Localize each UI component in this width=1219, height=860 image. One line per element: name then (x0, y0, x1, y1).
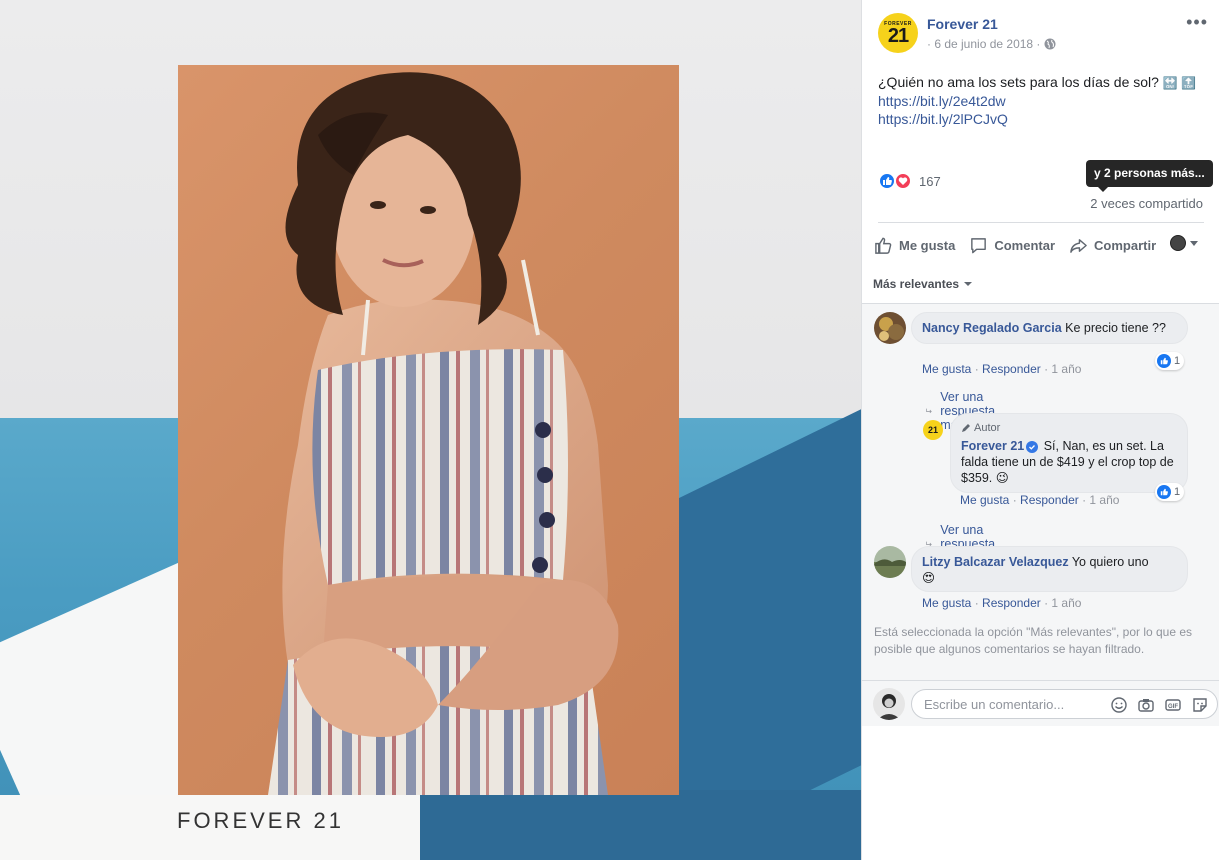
comment-placeholder: Escribe un comentario... (924, 697, 1065, 712)
reply-arrow-icon (926, 408, 932, 414)
avatar-number: 21 (887, 24, 909, 47)
comment-text: Yo quiero uno (1071, 555, 1149, 569)
tooltip-arrow (1098, 187, 1108, 192)
comment-like-count: 1 (1174, 355, 1181, 367)
comment-sort-bar: Más relevantes (862, 264, 1219, 304)
reply-like-count: 1 (1174, 486, 1181, 498)
post-text: ¿Quién no ama los sets para los días de … (878, 74, 1159, 90)
more-icon[interactable]: ••• (1186, 13, 1208, 31)
share-icon (1070, 238, 1087, 253)
product-photo (178, 65, 679, 795)
divider (878, 222, 1204, 223)
post-link-1[interactable]: https://bit.ly/2e4t2dw (878, 92, 1208, 110)
author-badge: Autor (961, 420, 1177, 436)
like-label: Me gusta (899, 237, 956, 253)
like-icon (875, 237, 892, 254)
share-button[interactable]: Compartir (1069, 236, 1156, 255)
like-button[interactable]: Me gusta (874, 236, 955, 255)
share-label: Compartir (1094, 237, 1157, 253)
reply-time[interactable]: 1 año (1089, 493, 1119, 507)
chevron-down-icon (1190, 240, 1198, 246)
reply-bubble: Autor Forever 21 Sí, Nan, es un set. La … (950, 413, 1188, 493)
post-link-2[interactable]: https://bit.ly/2lPCJvQ (878, 110, 1208, 128)
page-avatar[interactable]: FOREVER 21 (878, 13, 918, 53)
sticker-icon[interactable] (1191, 696, 1209, 714)
comment-reaction-badge[interactable]: 1 (1155, 352, 1185, 370)
camera-icon[interactable] (1137, 696, 1155, 714)
viewer-avatar[interactable] (873, 688, 905, 720)
svg-text:GIF: GIF (1168, 704, 1178, 710)
reaction-summary[interactable]: 167 (878, 172, 941, 190)
post-message: ¿Quién no ama los sets para los días de … (878, 73, 1208, 128)
reply-reply-link[interactable]: Responder (1020, 493, 1079, 507)
page-name-link[interactable]: Forever 21 (927, 16, 998, 32)
comment-author-link[interactable]: Litzy Balcazar Velazquez (922, 555, 1069, 569)
shares-tooltip: y 2 personas más... (1086, 160, 1213, 187)
comment-bubble: Litzy Balcazar Velazquez Yo quiero uno 😍 (911, 546, 1188, 592)
like-reaction-icon (1157, 485, 1171, 499)
comment-reply-link[interactable]: Responder (982, 362, 1041, 376)
sort-label: Más relevantes (873, 277, 960, 291)
comment-actions: Me gusta · Responder · 1 año (922, 362, 1082, 376)
like-reaction-icon (1157, 354, 1171, 368)
photo-viewer[interactable]: FOREVER 21 (0, 0, 861, 860)
avatar-number: 21 (927, 425, 938, 435)
emoji-arrows: 🔛 🔝 (1162, 76, 1197, 90)
comment-like-link[interactable]: Me gusta (922, 362, 971, 376)
emoji-icon[interactable] (1110, 696, 1128, 714)
comment-label: Comentar (994, 237, 1056, 253)
gif-icon[interactable]: GIF (1164, 696, 1182, 714)
background-shadow-bottom (420, 790, 861, 860)
avatar[interactable] (874, 312, 906, 344)
verified-icon (1026, 441, 1039, 453)
comment-time[interactable]: 1 año (1051, 596, 1081, 610)
comment-composer: Escribe un comentario... GIF (862, 680, 1219, 726)
reaction-count: 167 (919, 173, 941, 189)
post-actions: Me gusta Comentar Compartir (874, 232, 1204, 258)
globe-icon (1044, 38, 1056, 50)
shares-count-link[interactable]: 2 veces compartido (1090, 196, 1203, 211)
comment-like-link[interactable]: Me gusta (922, 596, 971, 610)
composer-tools: GIF (1110, 696, 1209, 714)
comment-time[interactable]: 1 año (1051, 362, 1081, 376)
sort-dropdown[interactable]: Más relevantes (873, 277, 973, 291)
comment-reply-link[interactable]: Responder (982, 596, 1041, 610)
page-avatar-small[interactable]: 21 (923, 420, 943, 440)
avatar[interactable] (874, 546, 906, 578)
post-date[interactable]: · 6 de junio de 2018 · (927, 37, 1040, 51)
post-sidebar: FOREVER 21 Forever 21 · 6 de junio de 20… (861, 0, 1219, 860)
reply-author-link[interactable]: Forever 21 (961, 439, 1024, 453)
filter-notice: Está seleccionada la opción "Más relevan… (874, 625, 1193, 656)
comment-emoji: 😍 (922, 571, 936, 585)
comment-bubble: Nancy Regalado Garcia Ke precio tiene ?? (911, 312, 1188, 344)
post-meta: · 6 de junio de 2018 · (927, 37, 1056, 51)
reply-reaction-badge[interactable]: 1 (1155, 483, 1185, 501)
comments-list: Nancy Regalado Garcia Ke precio tiene ??… (862, 304, 1219, 680)
brand-watermark: FOREVER 21 (177, 808, 344, 833)
reply-actions: Me gusta · Responder · 1 año (960, 493, 1120, 507)
love-reaction-icon (894, 172, 912, 190)
comment-input[interactable]: Escribe un comentario... GIF (911, 689, 1218, 719)
comment-author-link[interactable]: Nancy Regalado Garcia (922, 321, 1062, 335)
comment-button[interactable]: Comentar (969, 236, 1055, 255)
comment-icon (971, 237, 987, 253)
model-illustration (268, 72, 619, 795)
comment-actions: Me gusta · Responder · 1 año (922, 596, 1082, 610)
actor-avatar (1170, 235, 1186, 251)
chevron-down-icon (964, 282, 973, 286)
actor-selector[interactable] (1170, 235, 1198, 251)
pencil-icon (962, 424, 970, 432)
reply-like-link[interactable]: Me gusta (960, 493, 1009, 507)
comment-text: Ke precio tiene ?? (1065, 321, 1166, 335)
author-tag-label: Autor (974, 422, 1001, 434)
post-header: FOREVER 21 Forever 21 · 6 de junio de 20… (878, 13, 1208, 55)
